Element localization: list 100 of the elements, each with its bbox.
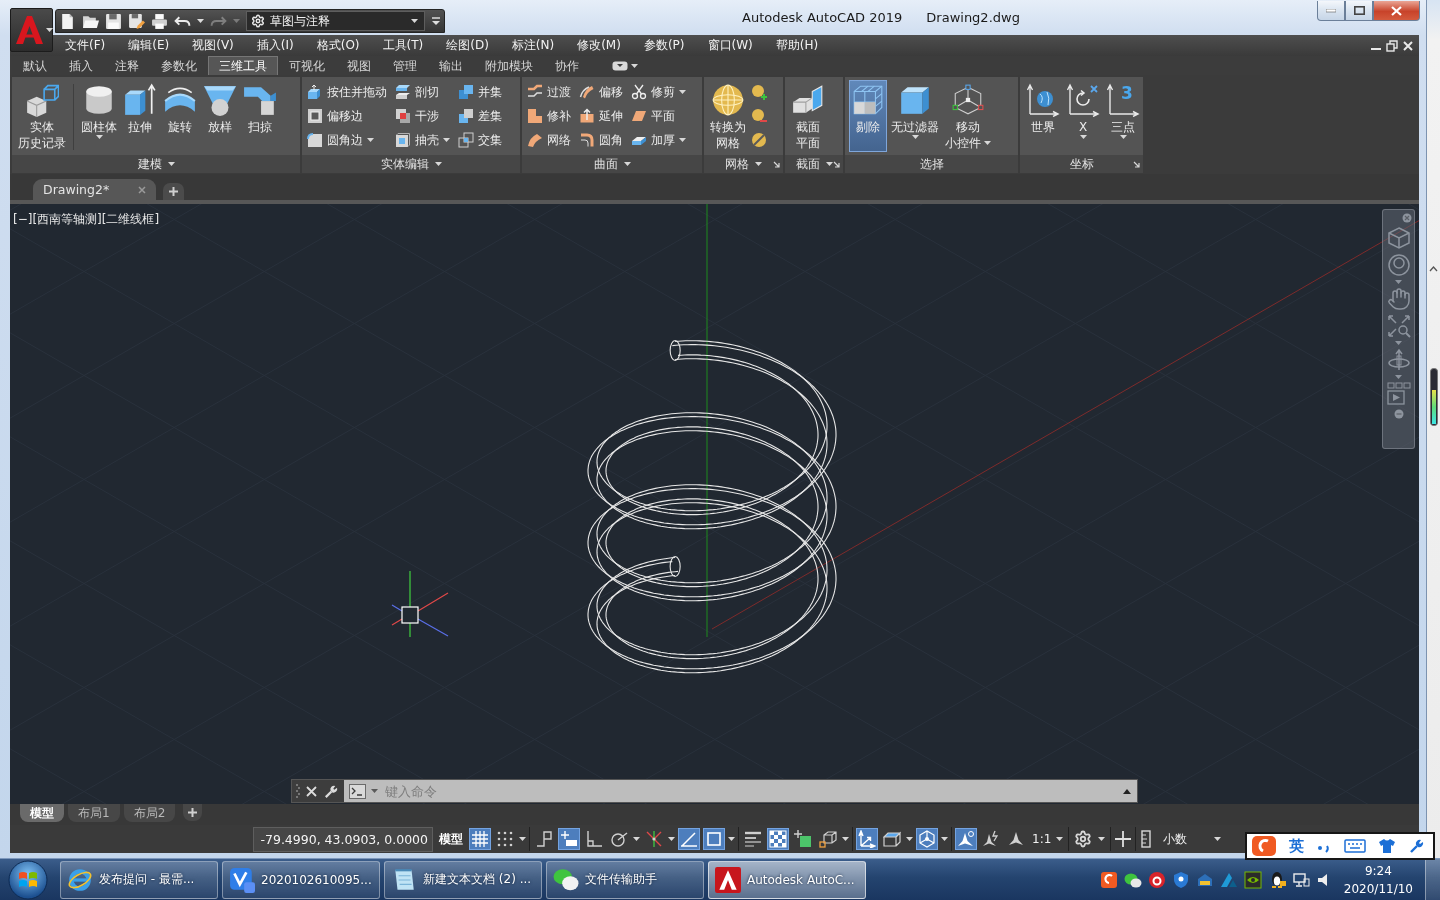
tool-button[interactable]: 圆柱体 (79, 80, 119, 152)
wrench-icon[interactable] (1408, 838, 1424, 854)
add-layout-button[interactable] (183, 804, 203, 821)
file-tab[interactable]: Drawing2* (33, 179, 156, 200)
tool-button[interactable]: 延伸 (578, 104, 624, 128)
launcher-arrow-icon[interactable] (773, 160, 780, 168)
shield-icon[interactable] (1171, 870, 1190, 889)
caret-icon[interactable] (167, 162, 175, 166)
tool-button[interactable]: 加厚 (630, 128, 687, 152)
input-mode[interactable]: 英 (1289, 836, 1304, 856)
menu-item[interactable]: 视图(V) (192, 37, 234, 54)
workspace-switch-button[interactable] (1072, 828, 1108, 850)
caret-icon[interactable] (906, 837, 913, 841)
tool-button[interactable]: 扫掠 (241, 80, 279, 152)
menu-item[interactable]: 窗口(W) (707, 37, 753, 54)
status-toggle[interactable] (792, 828, 814, 850)
tool-button[interactable]: 按住并拖动 (306, 80, 388, 104)
minimize-button[interactable] (1317, 1, 1345, 21)
tool-button[interactable]: 修剪 (630, 80, 687, 104)
start-orb-icon[interactable] (8, 859, 48, 900)
menu-item[interactable]: 标注(N) (511, 37, 555, 54)
launcher-arrow-icon[interactable] (1133, 160, 1140, 168)
document-icon[interactable] (59, 12, 76, 30)
tool-button[interactable]: 拉伸 (121, 80, 159, 152)
viewport-controls[interactable]: [−][西南等轴测][二维线框] (13, 211, 160, 228)
menu-item[interactable]: 修改(M) (577, 37, 621, 54)
tool-button[interactable]: 并集 (457, 80, 503, 104)
monitor-icon[interactable] (1291, 870, 1310, 889)
caret-icon[interactable] (434, 162, 442, 166)
tool-button[interactable]: 交集 (457, 128, 503, 152)
tool-button[interactable]: 旋转 (161, 80, 199, 152)
tool-button[interactable]: 修补 (526, 104, 572, 128)
tool-button[interactable]: 3 三点 (1104, 80, 1142, 152)
status-toggle[interactable] (767, 828, 789, 850)
ribbon-tab[interactable]: 视图 (336, 56, 382, 75)
menu-circle-icon[interactable] (1393, 409, 1404, 419)
ribbon-tab[interactable]: 插入 (58, 56, 104, 75)
tool-button[interactable]: 偏移 (578, 80, 624, 104)
tool-button[interactable]: 无过滤器 (889, 80, 941, 152)
tool-button[interactable]: 剖切 (394, 80, 451, 104)
layout-tab[interactable]: 布局1 (68, 804, 120, 822)
command-input[interactable]: 键入命令 (383, 781, 1118, 801)
tool-button[interactable]: 平面 (630, 104, 687, 128)
status-toggle[interactable] (955, 828, 977, 850)
keyboard-icon[interactable] (1344, 839, 1366, 853)
command-field[interactable]: 键入命令 (344, 780, 1137, 802)
wheel-icon[interactable] (1386, 253, 1411, 277)
tool-button[interactable]: 实体 历史记录 (16, 80, 68, 152)
eye-logo-icon[interactable] (1243, 870, 1262, 889)
workspace-dropdown[interactable]: 草图与注释 (246, 11, 425, 31)
film-icon[interactable] (1386, 382, 1411, 406)
caret-up-icon[interactable] (1123, 788, 1131, 794)
music-logo-icon[interactable] (1147, 870, 1166, 889)
menu-item[interactable]: 工具(T) (382, 37, 424, 54)
tool-button[interactable]: 网络 (526, 128, 572, 152)
taskbar-button[interactable]: 文件传输助手 (546, 860, 704, 899)
caret-icon[interactable] (728, 837, 735, 841)
caret-icon[interactable] (633, 837, 640, 841)
tool-button[interactable]: 差集 (457, 104, 503, 128)
layout-tab[interactable]: 布局2 (123, 804, 176, 822)
tool-button[interactable]: 偏移边 (306, 104, 388, 128)
restore-icon[interactable] (1386, 39, 1398, 52)
tool-button[interactable]: 干涉 (394, 104, 451, 128)
caret-icon[interactable] (631, 63, 638, 68)
status-toggle[interactable] (558, 828, 580, 850)
launcher-arrow-icon[interactable] (833, 160, 840, 168)
annotation-scale-dropdown[interactable]: 1:1 (1030, 828, 1066, 850)
caret-icon[interactable] (197, 19, 204, 23)
menu-item[interactable]: 绘图(D) (446, 37, 489, 54)
caret-icon[interactable] (668, 837, 675, 841)
wrench-icon[interactable] (323, 783, 338, 799)
taskbar-button[interactable]: 发布提问 - 最需... (60, 860, 218, 899)
ribbon-tab[interactable]: 注释 (104, 56, 150, 75)
tool-button[interactable]: 抽壳 (394, 128, 451, 152)
caret-icon[interactable] (842, 837, 849, 841)
tool-button[interactable]: X (1064, 80, 1102, 152)
tool-button[interactable]: 放样 (201, 80, 239, 152)
tool-button[interactable]: 世界 (1024, 80, 1062, 152)
units-dropdown[interactable]: 小数 (1139, 828, 1224, 850)
application-menu-button[interactable] (10, 8, 53, 52)
ribbon-tab[interactable]: 三维工具 (208, 56, 278, 75)
clock[interactable]: 9:24 2020/11/10 (1343, 861, 1413, 898)
ribbon-tab[interactable]: 参数化 (150, 56, 208, 75)
hand-icon[interactable] (1386, 287, 1411, 311)
tool-button[interactable]: 剔除 (849, 80, 887, 152)
caret-icon[interactable] (755, 162, 762, 166)
show-desktop-button[interactable] (1425, 859, 1440, 900)
status-toggle[interactable] (469, 828, 491, 850)
status-toggle[interactable] (916, 828, 938, 850)
ribbon-tab[interactable]: 默认 (12, 56, 58, 75)
status-toggle[interactable] (678, 828, 700, 850)
status-toggle[interactable] (817, 828, 839, 850)
caret-icon[interactable] (941, 837, 948, 841)
caret-up-icon[interactable] (1429, 266, 1438, 272)
menu-item[interactable]: 插入(I) (256, 37, 294, 54)
tool-button[interactable]: 圆角 (578, 128, 624, 152)
cube-icon[interactable] (1386, 226, 1411, 250)
tool-button[interactable]: 过渡 (526, 80, 572, 104)
orbit-icon[interactable] (1386, 348, 1411, 372)
app-logo-icon[interactable] (1099, 870, 1118, 889)
